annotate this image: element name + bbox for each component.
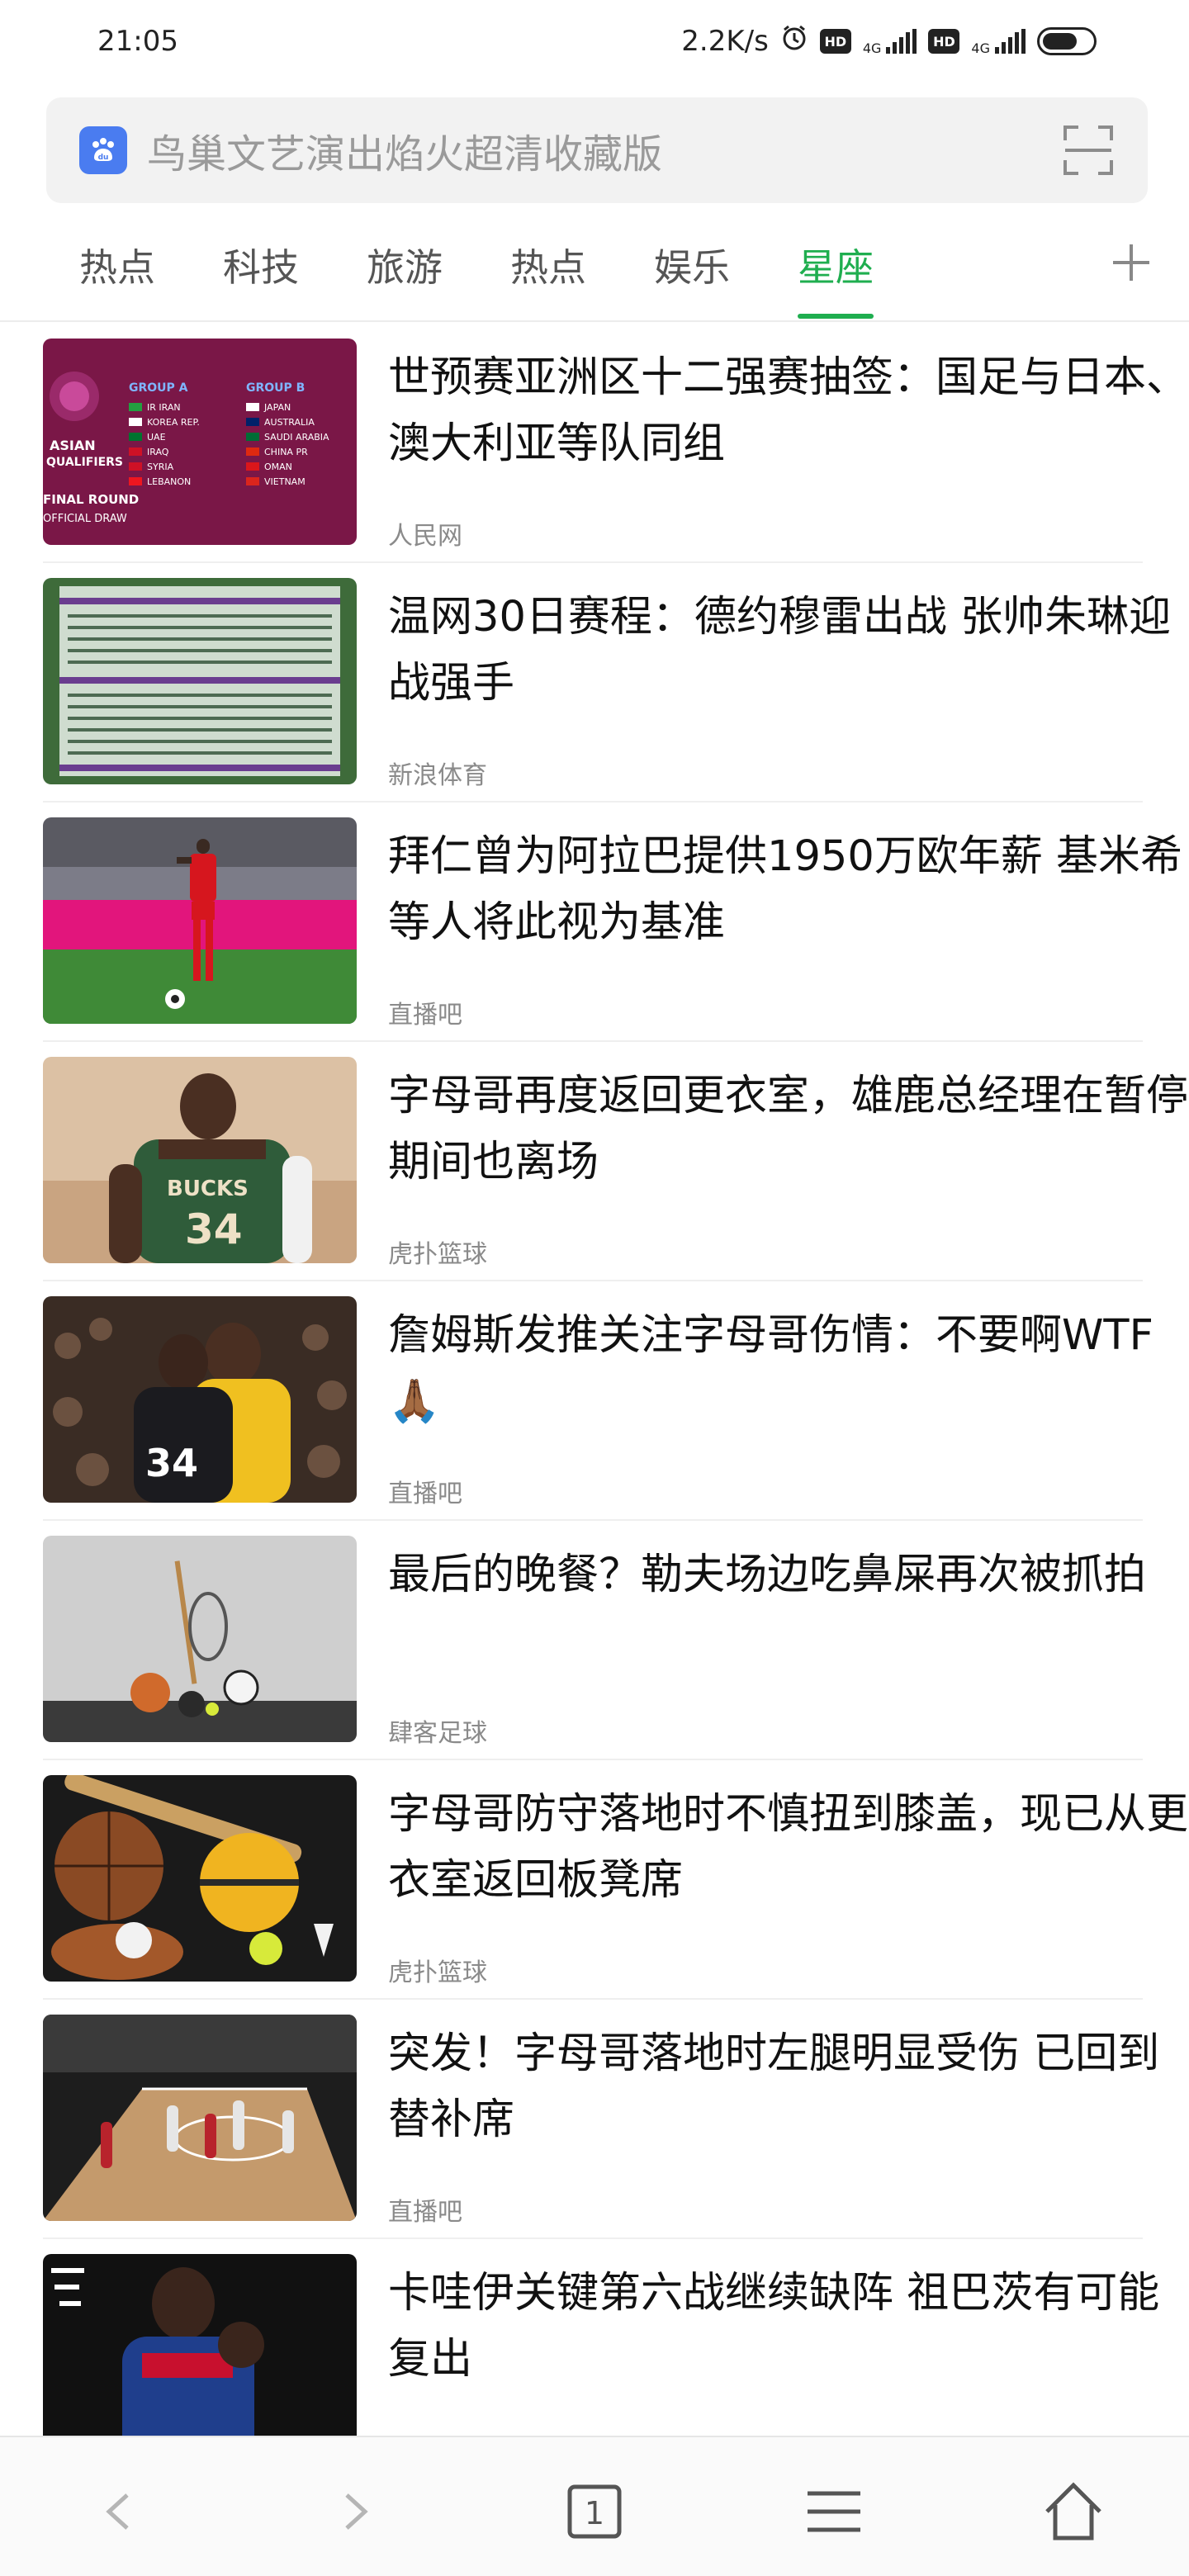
tab-tech[interactable]: 科技 [223,234,299,301]
draw-team-a1: IR IRAN [147,402,181,413]
draw-team-b5: OMAN [264,462,292,472]
news-item[interactable]: 最后的晚餐？勒夫场边吃鼻屎再次被抓拍 肆客足球 [43,1521,1146,1760]
tab-hot-2[interactable]: 热点 [510,234,586,301]
tab-entertainment[interactable]: 娱乐 [654,234,730,301]
tab-horoscope[interactable]: 星座 [798,234,874,319]
add-tab-icon[interactable] [1106,238,1156,287]
search-input[interactable]: 鸟巢文艺演出焰火超清收藏版 [147,121,1062,179]
draw-caption-3: FINAL ROUND [43,492,139,507]
news-source: 直播吧 [388,1480,462,1508]
home-icon[interactable] [1040,2479,1106,2545]
news-list: ASIAN QUALIFIERS FINAL ROUND OFFICIAL DR… [0,324,1189,2479]
draw-team-b1: JAPAN [263,402,291,413]
draw-team-b2: AUSTRALIA [264,417,315,428]
news-title[interactable]: 卡哇伊关键第六战继续缺阵 祖巴茨有可能复出 [388,2261,1189,2393]
news-thumbnail-clippers [43,2254,357,2460]
battery-icon [1037,27,1097,55]
status-time: 21:05 [97,25,178,58]
draw-team-a2: KOREA REP. [147,417,200,428]
news-title[interactable]: 最后的晚餐？勒夫场边吃鼻屎再次被抓拍 [388,1542,1189,1608]
forward-arrow-icon[interactable] [322,2479,388,2545]
tabs-count-icon[interactable]: 1 [561,2479,628,2545]
signal-icon-1 [886,29,917,54]
draw-team-b6: VIETNAM [264,476,306,487]
news-thumbnail-schedule [43,578,357,784]
news-title[interactable]: 温网30日赛程：德约穆雷出战 张帅朱琳迎战强手 [388,585,1189,717]
draw-caption-1: ASIAN [50,438,96,453]
news-thumbnail-bucks: BUCKS 34 [43,1057,357,1263]
news-thumbnail-balls [43,1536,357,1742]
news-source: 新浪体育 [388,761,487,790]
search-bar[interactable]: du 鸟巢文艺演出焰火超清收藏版 [46,97,1148,203]
news-title[interactable]: 突发！字母哥落地时左腿明显受伤 已回到替补席 [388,2021,1189,2153]
tabs-count: 1 [585,2495,604,2531]
draw-caption-2: QUALIFIERS [46,456,123,469]
news-title[interactable]: 拜仁曾为阿拉巴提供1950万欧年薪 基米希等人将此视为基准 [388,824,1189,956]
news-title[interactable]: 詹姆斯发推关注字母哥伤情：不要啊WTF🙏🏾 [388,1303,1189,1435]
back-arrow-icon[interactable] [86,2479,152,2545]
network-type-1: 4G [862,40,882,56]
network-type-2: 4G [971,40,990,56]
browser-page: 21:05 2.2K/s HD 4G HD 4G du 鸟巢文艺演出焰火超清收藏… [0,0,1189,2576]
menu-icon[interactable] [801,2479,867,2545]
draw-team-a3: UAE [147,432,166,443]
tab-travel[interactable]: 旅游 [367,234,443,301]
jersey-team-text: BUCKS [167,1177,249,1201]
tab-hot-1[interactable]: 热点 [79,234,155,301]
news-thumbnail-court [43,2015,357,2221]
status-indicators: 2.2K/s HD 4G HD 4G [681,24,1097,59]
news-source: 肆客足球 [388,1719,487,1748]
news-source: 虎扑篮球 [388,1240,487,1269]
jersey-number-text: 34 [185,1205,243,1253]
news-title[interactable]: 字母哥再度返回更衣室，雄鹿总经理在暂停期间也离场 [388,1063,1189,1196]
news-item[interactable]: 拜仁曾为阿拉巴提供1950万欧年薪 基米希等人将此视为基准 直播吧 [43,803,1182,1042]
news-item[interactable]: 34 詹姆斯发推关注字母哥伤情：不要啊WTF🙏🏾 直播吧 [43,1281,1153,1521]
draw-team-a4: IRAQ [147,447,169,457]
news-title[interactable]: 字母哥防守落地时不慎扭到膝盖，现已从更衣室返回板凳席 [388,1782,1189,1914]
news-thumbnail-hug: 34 [43,1296,357,1503]
net-speed: 2.2K/s [681,25,769,58]
news-item[interactable]: 温网30日赛程：德约穆雷出战 张帅朱琳迎战强手 新浪体育 [43,563,1171,803]
news-item[interactable]: ASIAN QUALIFIERS FINAL ROUND OFFICIAL DR… [43,324,1188,563]
svg-text:du: du [98,154,109,162]
news-title[interactable]: 世预赛亚洲区十二强赛抽签：国足与日本、澳大利亚等队同组 [388,345,1189,477]
scan-icon[interactable] [1062,124,1115,177]
news-source: 人民网 [388,522,462,551]
category-tabs: 热点 科技 旅游 热点 娱乐 星座 [0,216,1189,322]
news-source: 直播吧 [388,2198,462,2227]
news-thumbnail-bayern [43,817,357,1024]
draw-group-a: GROUP A [129,381,188,395]
hd-badge-2: HD [928,29,960,54]
baidu-paw-icon: du [79,126,127,174]
news-item[interactable]: 突发！字母哥落地时左腿明显受伤 已回到替补席 直播吧 [43,2000,1159,2239]
draw-group-b: GROUP B [246,381,305,395]
news-item[interactable]: BUCKS 34 字母哥再度返回更衣室，雄鹿总经理在暂停期间也离场 虎扑篮球 [43,1042,1188,1281]
news-thumbnail-sports-gear [43,1775,357,1982]
news-source: 直播吧 [388,1001,462,1030]
news-source: 虎扑篮球 [388,1958,487,1987]
draw-team-b3: SAUDI ARABIA [264,432,329,443]
signal-icon-2 [995,29,1026,54]
jersey-number-text: 34 [145,1441,198,1485]
alarm-icon [780,24,808,59]
news-item[interactable]: 字母哥防守落地时不慎扭到膝盖，现已从更衣室返回板凳席 虎扑篮球 [43,1760,1188,2000]
draw-team-b4: CHINA PR [264,447,308,457]
news-thumbnail-draw: ASIAN QUALIFIERS FINAL ROUND OFFICIAL DR… [43,339,357,545]
draw-team-a6: LEBANON [147,476,191,487]
draw-caption-4: OFFICIAL DRAW [43,513,127,525]
bottom-nav: 1 [0,2436,1189,2576]
draw-team-a5: SYRIA [147,462,174,472]
hd-badge-1: HD [819,29,851,54]
status-bar: 21:05 2.2K/s HD 4G HD 4G [0,0,1189,83]
